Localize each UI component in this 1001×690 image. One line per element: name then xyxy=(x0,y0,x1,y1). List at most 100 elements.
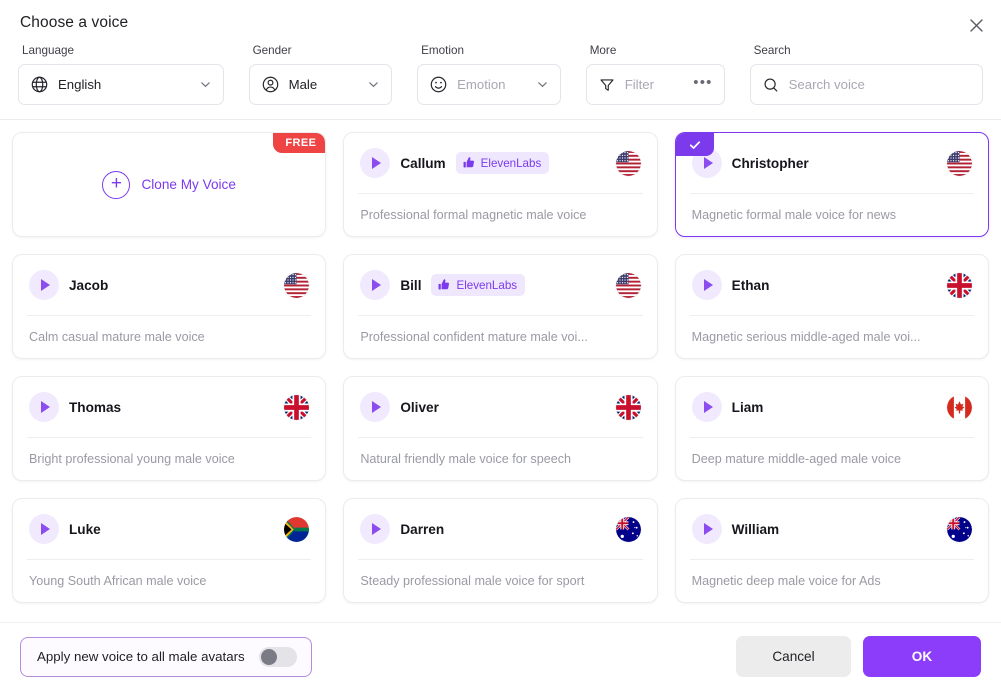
play-icon xyxy=(703,523,713,535)
flag-icon-us xyxy=(947,150,972,176)
play-button[interactable] xyxy=(29,514,59,544)
voice-card[interactable]: Bill ElevenLabs Professional confident m… xyxy=(343,254,658,359)
voice-description: Steady professional male voice for sport xyxy=(360,574,585,588)
provider-badge: ElevenLabs xyxy=(455,152,550,174)
voice-name: Liam xyxy=(731,399,764,415)
language-filter-group: Language English xyxy=(18,44,224,105)
thumbs-up-icon xyxy=(462,156,476,170)
chevron-down-icon xyxy=(536,78,549,91)
gender-value: Male xyxy=(288,77,318,92)
play-button[interactable] xyxy=(360,148,391,178)
apply-toggle-switch[interactable] xyxy=(258,646,297,667)
voice-name: Callum xyxy=(400,155,446,171)
play-icon xyxy=(372,157,382,169)
flag-icon-us xyxy=(615,150,641,176)
voice-card[interactable]: Christopher Magnetic formal male voice f… xyxy=(674,132,989,237)
voice-card[interactable]: Jacob Calm casual mature male voice xyxy=(12,254,327,359)
play-icon xyxy=(372,523,382,535)
search-filter-group: Search Search voice xyxy=(749,44,983,105)
play-icon xyxy=(41,523,50,535)
voice-name: Christopher xyxy=(731,155,809,171)
voice-name: Thomas xyxy=(69,399,122,415)
flag-icon-au xyxy=(947,516,972,542)
gender-label: Gender xyxy=(252,44,292,57)
play-button[interactable] xyxy=(360,392,391,422)
voice-description: Professional formal magnetic male voice xyxy=(360,208,587,222)
language-label: Language xyxy=(22,44,75,57)
overflow-menu-icon[interactable]: ••• xyxy=(693,75,712,94)
play-icon xyxy=(372,279,382,291)
flag-icon-us xyxy=(615,272,641,298)
dialog-footer: Apply new voice to all male avatars Canc… xyxy=(0,622,1001,690)
voice-card-header: Bill ElevenLabs xyxy=(358,255,643,316)
play-button[interactable] xyxy=(691,514,722,544)
play-icon xyxy=(703,279,713,291)
voice-description: Magnetic formal male voice for news xyxy=(691,208,897,222)
voice-name: Oliver xyxy=(400,399,439,415)
clone-my-voice-label: Clone My Voice xyxy=(141,177,236,192)
play-button[interactable] xyxy=(691,270,722,300)
voice-card[interactable]: Darren Steady professional male voice fo… xyxy=(343,498,658,603)
provider-label: ElevenLabs xyxy=(456,278,518,292)
voice-description: Natural friendly male voice for speech xyxy=(360,452,572,466)
search-icon xyxy=(762,76,780,94)
play-button[interactable] xyxy=(29,270,59,300)
filter-placeholder: Filter xyxy=(624,77,654,92)
voice-grid-scroll[interactable]: FREE + Clone My Voice Callum ElevenLabs … xyxy=(0,119,1001,622)
voice-card-header: Jacob xyxy=(27,255,312,316)
voice-card-header: Callum ElevenLabs xyxy=(358,133,643,194)
language-select[interactable]: English xyxy=(18,64,224,105)
user-circle-icon xyxy=(261,75,280,94)
play-button[interactable] xyxy=(360,514,391,544)
thumbs-up-icon xyxy=(437,278,451,292)
play-icon xyxy=(41,401,50,413)
voice-card[interactable]: William Magnetic deep male voice for Ads xyxy=(674,498,989,603)
voice-card[interactable]: Liam Deep mature middle-aged male voice xyxy=(674,376,989,481)
search-box[interactable]: Search voice xyxy=(749,64,983,105)
play-button[interactable] xyxy=(691,392,722,422)
choose-voice-dialog: Choose a voice Language English Gender M… xyxy=(0,0,1001,690)
play-icon xyxy=(372,401,382,413)
chevron-down-icon xyxy=(367,78,380,91)
apply-toggle-label: Apply new voice to all male avatars xyxy=(37,649,245,664)
voice-card[interactable]: Luke Young South African male voice xyxy=(12,498,327,603)
smiley-icon xyxy=(429,75,448,94)
globe-icon xyxy=(30,75,49,94)
play-button[interactable] xyxy=(29,392,59,422)
chevron-down-icon xyxy=(199,78,212,91)
filter-button[interactable]: Filter ••• xyxy=(585,64,725,105)
voice-card[interactable]: Ethan Magnetic serious middle-aged male … xyxy=(674,254,989,359)
flag-icon-au xyxy=(615,516,641,542)
voice-name: William xyxy=(731,521,780,537)
voice-card-header: Luke xyxy=(27,499,312,560)
emotion-label: Emotion xyxy=(421,44,465,57)
filter-bar: Language English Gender Male Emotion Emo… xyxy=(0,32,1001,119)
voice-card[interactable]: Thomas Bright professional young male vo… xyxy=(12,376,327,481)
plus-circle-icon: + xyxy=(102,170,131,199)
funnel-icon xyxy=(598,76,616,94)
emotion-placeholder: Emotion xyxy=(457,77,506,92)
search-input[interactable]: Search voice xyxy=(789,77,971,92)
play-button[interactable] xyxy=(360,270,391,300)
voice-name: Jacob xyxy=(69,277,109,293)
voice-card-header: Darren xyxy=(358,499,643,560)
more-label: More xyxy=(589,44,617,57)
clone-my-voice-card[interactable]: FREE + Clone My Voice xyxy=(12,132,327,237)
voice-card[interactable]: Oliver Natural friendly male voice for s… xyxy=(343,376,658,481)
close-icon[interactable] xyxy=(963,12,989,38)
voice-description: Magnetic serious middle-aged male voi... xyxy=(691,330,921,344)
page-title: Choose a voice xyxy=(20,14,129,31)
emotion-filter-group: Emotion Emotion xyxy=(417,44,561,105)
gender-select[interactable]: Male xyxy=(248,64,393,105)
free-badge: FREE xyxy=(273,133,326,153)
apply-to-all-male-avatars-toggle-row[interactable]: Apply new voice to all male avatars xyxy=(20,636,312,677)
flag-icon-ca xyxy=(947,394,972,420)
flag-icon-gb xyxy=(615,394,641,420)
cancel-button[interactable]: Cancel xyxy=(736,636,851,677)
voice-card[interactable]: Callum ElevenLabs Professional formal ma… xyxy=(343,132,658,237)
dialog-header: Choose a voice xyxy=(0,0,1001,32)
emotion-select[interactable]: Emotion xyxy=(417,64,561,105)
play-icon xyxy=(703,157,713,169)
play-icon xyxy=(703,401,713,413)
ok-button[interactable]: OK xyxy=(863,636,981,677)
